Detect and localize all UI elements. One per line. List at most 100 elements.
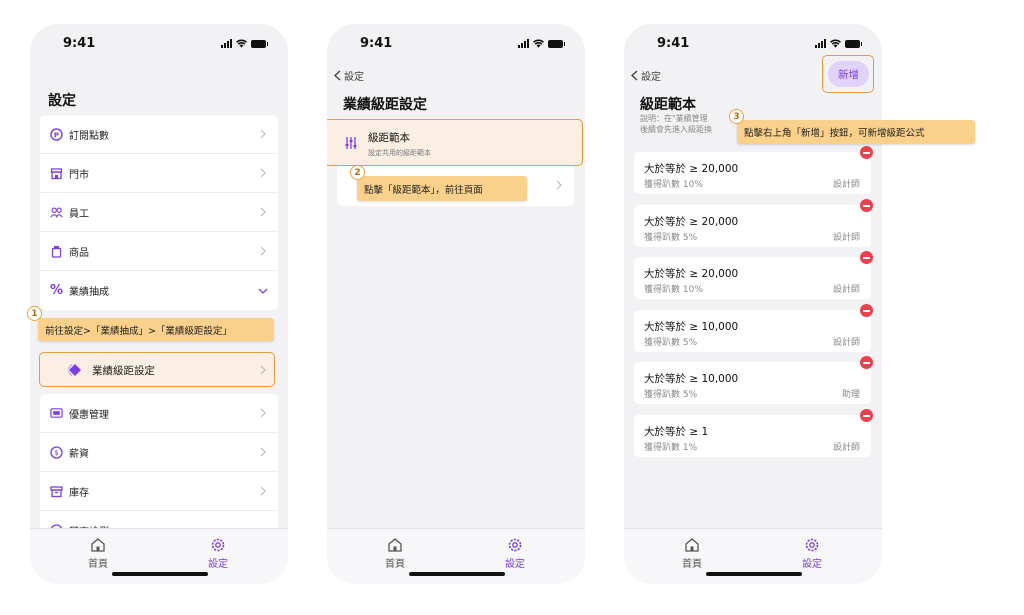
callout-step-2: 點擊「級距範本」，前往頁面 [357,176,527,201]
callout-text: 點擊右上角「新增」按鈕，可新增級距公式 [744,128,925,139]
tab-label: 首頁 [88,559,108,570]
step-number-3: 3 [729,109,744,124]
status-time: 9:41 [360,36,393,51]
store-icon [50,167,63,180]
chevron-right-icon [260,207,266,217]
status-bar: 9:41 [30,36,288,56]
tier-role: 設計師 [832,443,860,453]
percent-icon: % [49,283,64,298]
sliders-icon [345,137,357,149]
callout-step-3: 點擊右上角「新增」按鈕，可新增級距公式 [737,120,975,144]
home-indicator [409,572,505,576]
delete-icon[interactable] [860,199,873,212]
menu-item-staff[interactable]: 員工 [40,193,278,232]
status-bar: 9:41 [327,36,585,56]
chevron-right-icon [260,365,266,375]
callout-step-1: 前往設定>「業績抽成」>「業績級距設定」 [38,318,274,341]
svg-text:$: $ [54,449,58,457]
menu-item-label: 庫存 [69,487,89,499]
tier-rate: 獲得趴數 10% [644,285,703,295]
delete-icon[interactable] [860,304,873,317]
tier-threshold: 大於等於 ≥ 1 [644,426,709,438]
delete-icon[interactable] [860,251,873,264]
tab-bar: 首頁 設定 [624,528,882,584]
back-label: 設定 [344,72,364,83]
tier-role: 助理 [841,390,860,400]
signal-icon [518,39,529,48]
menu-item-store[interactable]: 門市 [40,154,278,193]
wifi-icon [830,39,841,48]
item-description: 設定共用的級距範本 [368,149,431,157]
tier-role: 設計師 [832,285,860,295]
tier-card[interactable]: 大於等於 ≥ 20,000 獲得趴數 5% 設計師 [634,199,873,247]
menu-item-commission[interactable]: % 業績抽成 [40,271,278,310]
chevron-right-icon [260,486,266,496]
chevron-down-icon [258,288,268,294]
tab-home[interactable]: 首頁 [662,537,722,570]
step-number-2: 2 [350,165,365,180]
tier-card[interactable]: 大於等於 ≥ 1 獲得趴數 1% 設計師 [634,409,873,457]
list-item-tier-template[interactable]: 級距範本 設定共用的級距範本 [327,119,583,166]
diamond-icon [68,364,81,376]
menu-item-label: 薪資 [69,448,89,460]
back-button[interactable]: 設定 [333,68,364,83]
tab-label: 首頁 [682,559,702,570]
tab-settings[interactable]: 設定 [782,537,842,570]
chevron-right-icon [260,129,266,139]
wifi-icon [236,39,247,48]
item-title: 級距範本 [368,132,410,144]
delete-icon[interactable] [860,146,873,159]
svg-text:P: P [54,131,59,139]
add-button[interactable]: 新增 [828,61,869,87]
wifi-icon [533,39,544,48]
callout-text: 點擊「級距範本」，前往頁面 [364,184,483,196]
delete-icon[interactable] [860,409,873,422]
menu-item-discounts[interactable]: 優惠管理 [40,394,278,433]
tab-home[interactable]: 首頁 [365,537,425,570]
coupon-icon [50,407,63,420]
tier-threshold: 大於等於 ≥ 20,000 [644,216,739,228]
menu-item-inventory[interactable]: 庫存 [40,472,278,511]
tier-card[interactable]: 大於等於 ≥ 20,000 獲得趴數 10% 設計師 [634,251,873,299]
page-title: 設定 [48,93,76,109]
tier-card[interactable]: 大於等於 ≥ 20,000 獲得趴數 10% 設計師 [634,146,873,194]
chevron-right-icon [556,180,562,190]
menu-item-salary[interactable]: $ 薪資 [40,433,278,472]
tab-bar: 首頁 設定 [327,528,585,584]
menu-item-label: 訂閱點數 [69,130,109,142]
tier-rate: 獲得趴數 5% [644,233,698,243]
delete-icon[interactable] [860,356,873,369]
chevron-left-icon [333,70,341,81]
tier-card[interactable]: 大於等於 ≥ 10,000 獲得趴數 5% 助理 [634,356,873,404]
chevron-right-icon [260,168,266,178]
tab-settings[interactable]: 設定 [188,537,248,570]
menu-item-products[interactable]: 商品 [40,232,278,271]
status-time: 9:41 [657,36,690,51]
gear-icon [805,538,819,552]
page-description: 說明：在"業績管理 後續會先進入級距換 [640,113,712,135]
menu-item-subscription-points[interactable]: P 訂閱點數 [40,115,278,154]
signal-icon [815,39,826,48]
description-line: 後續會先進入級距換 [640,125,712,134]
tab-label: 設定 [208,559,228,570]
settings-menu-bottom: 優惠管理 $ 薪資 庫存 耳亩檢測 [40,394,278,550]
battery-icon [845,40,862,48]
phone-screen-performance-tier: 9:41 設定 業績級距設定 級距範本 設定共用的級距範本 [327,24,585,584]
tier-threshold: 大於等於 ≥ 20,000 [644,268,739,280]
menu-item-performance-tier[interactable]: 業績級距設定 [39,352,275,387]
tier-card[interactable]: 大於等於 ≥ 10,000 獲得趴數 5% 設計師 [634,304,873,352]
home-indicator [112,572,208,576]
chevron-right-icon [260,246,266,256]
menu-item-label: 員工 [69,208,89,220]
tier-rate: 獲得趴數 10% [644,180,703,190]
tab-settings[interactable]: 設定 [485,537,545,570]
back-button[interactable]: 設定 [630,68,661,83]
tier-threshold: 大於等於 ≥ 10,000 [644,373,739,385]
tab-label: 設定 [802,559,822,570]
tier-role: 設計師 [832,233,860,243]
gear-icon [211,538,225,552]
menu-item-label: 業績抽成 [69,287,109,298]
tier-threshold: 大於等於 ≥ 10,000 [644,321,739,333]
tab-home[interactable]: 首頁 [68,537,128,570]
home-icon [685,538,699,552]
